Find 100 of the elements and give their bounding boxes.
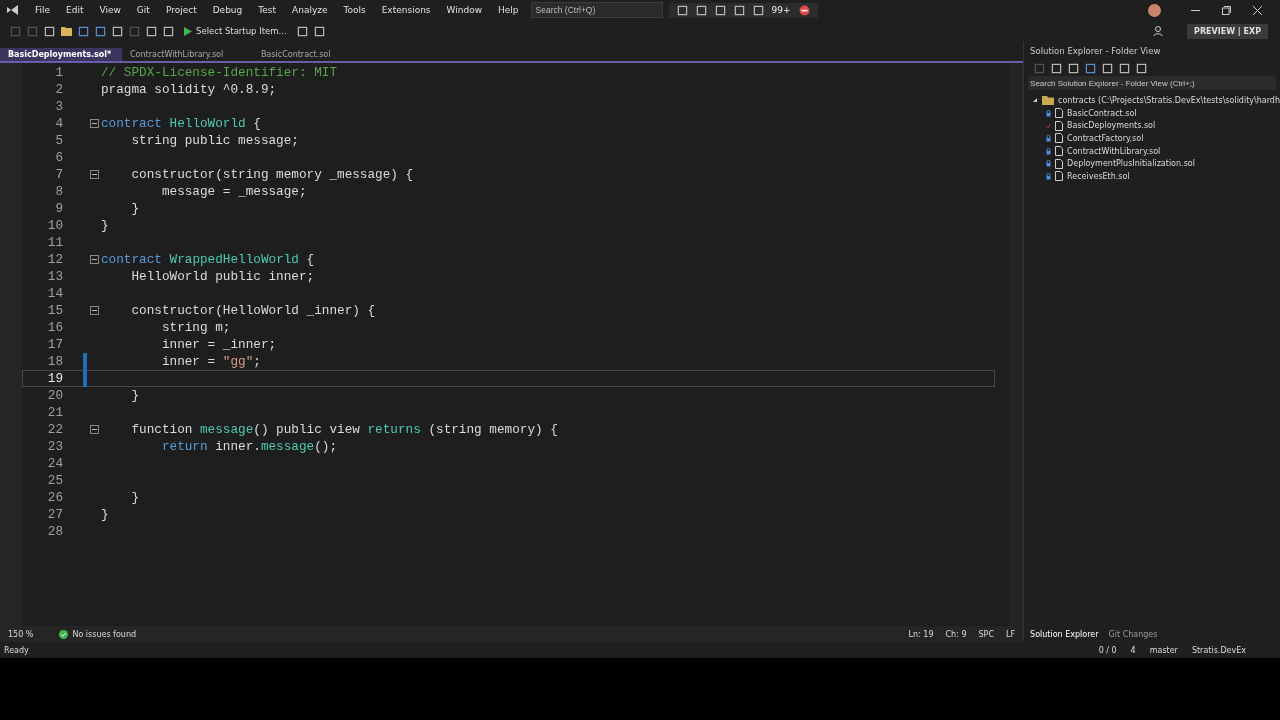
collapse-icon[interactable] [89,425,99,434]
line-number: 26 [46,490,63,505]
code-line: constructor(string memory _message) { [130,167,414,182]
search-field[interactable]: Search Solution Explorer - Folder View (Ctrl+;) [1028,76,1276,90]
lock-icon [1046,172,1052,180]
line-number: 14 [46,286,63,301]
code-line: string m; [160,320,231,335]
panel-tab[interactable]: Solution Explorer [1030,629,1099,639]
avatar [1148,3,1161,17]
spacing-indicator[interactable]: SPC [978,629,994,639]
column-indicator: Ch: 9 [945,629,967,639]
line-number: 4 [54,116,63,131]
line-number: 12 [46,252,63,267]
menu-item[interactable]: Git [128,5,158,15]
repository-name[interactable]: Stratis.DevEx [1191,645,1246,655]
code-line: inner = _inner; [160,337,277,352]
menu-item[interactable]: File [27,5,59,15]
code-line: } [101,507,109,522]
search-field[interactable]: Search (Ctrl+Q) [530,2,663,18]
code-line: string public message; [130,133,299,148]
tree-item[interactable]: DeploymentPlusInitialization.sol [1067,159,1195,169]
file-icon [1055,120,1064,131]
expand-arrow-icon[interactable] [1032,97,1039,104]
edits-count[interactable]: 4 [1130,645,1136,655]
line-number: 2 [54,82,63,97]
file-icon [1055,171,1064,182]
document-tab[interactable]: ContractWithLibrary.sol [122,48,253,61]
menu-item[interactable]: Project [157,5,205,15]
tree-item[interactable]: ContractWithLibrary.sol [1067,146,1161,156]
menu-item[interactable]: View [91,5,129,15]
restore-icon[interactable] [1222,5,1231,15]
collapse-icon[interactable] [89,119,99,128]
document-tab[interactable]: BasicDeployments.sol* [0,48,122,61]
menu-item[interactable]: Extensions [373,5,439,15]
line-number: 15 [46,303,63,318]
feedback-icon[interactable] [1153,25,1166,37]
lock-icon [1046,160,1052,168]
code-line: } [101,218,109,233]
line-number: 21 [46,405,63,420]
menu-item[interactable]: Window [438,5,491,15]
line-number: 8 [54,184,63,199]
notification-count: 99+ [771,5,791,15]
document-tab[interactable]: BasicContract.sol [253,48,374,61]
line-number: 19 [46,371,63,386]
line-ending-indicator[interactable]: LF [1006,629,1016,639]
file-icon [1055,158,1064,169]
code-line: message = _message; [160,184,307,199]
collapse-icon[interactable] [89,170,99,179]
branch-name[interactable]: master [1149,645,1178,655]
line-number: 9 [54,201,63,216]
menu-item[interactable]: Test [250,5,284,15]
line-number: 25 [46,473,63,488]
sync-status[interactable]: 0 / 0 [1098,645,1117,655]
line-number: 17 [46,337,63,352]
check-circle-icon [59,629,69,639]
lock-icon [1046,109,1052,117]
file-icon [1055,146,1064,157]
menu-item[interactable]: Debug [204,5,251,15]
collapse-icon[interactable] [89,306,99,315]
code-line: HelloWorld public inner; [130,269,315,284]
code-line: pragma solidity ^0.8.9; [101,82,277,97]
line-number: 22 [46,422,63,437]
panel-tab[interactable]: Git Changes [1108,629,1158,639]
code-line: constructor(HelloWorld _inner) { [130,303,376,318]
stop-icon[interactable] [798,4,810,16]
line-number: 3 [54,99,63,114]
tree-item[interactable]: BasicContract.sol [1067,108,1137,118]
zoom-level[interactable]: 150 % [8,629,34,639]
line-number: 24 [46,456,63,471]
code-line: inner = "gg"; [160,354,261,369]
line-number: 5 [54,133,63,148]
file-icon [1055,108,1064,119]
close-icon[interactable] [1253,5,1262,15]
panel-title: Solution Explorer - Folder View [1029,45,1162,58]
open-folder-icon[interactable] [61,26,72,36]
menu-item[interactable]: Edit [58,5,92,15]
code-line: } [130,388,140,403]
tree-item[interactable]: ReceivesEth.sol [1067,171,1130,181]
preview-badge: PREVIEW | EXP [1187,23,1268,39]
check-icon [1046,122,1052,130]
menu-item[interactable]: Help [490,5,527,15]
lock-icon [1046,134,1052,142]
lock-icon [1046,147,1052,155]
code-line: function message() public view returns (string memory) { [130,422,558,437]
line-number: 13 [46,269,63,284]
startup-button[interactable]: Select Startup Item... [180,26,291,36]
line-number: 1 [54,65,63,80]
menu-item[interactable]: Tools [335,5,374,15]
issues-status[interactable]: No issues found [72,629,137,639]
collapse-icon[interactable] [89,255,99,264]
tree-item[interactable]: BasicDeployments.sol [1067,121,1156,131]
menu-item[interactable]: Analyze [284,5,336,15]
line-indicator: Ln: 19 [908,629,934,639]
line-number: 28 [46,524,63,539]
tree-item[interactable]: ContractFactory.sol [1067,133,1144,143]
line-number: 11 [46,235,63,250]
tree-item[interactable]: contracts (C:\Projects\Stratis.DevEx\tests\solidity\hardh [1058,95,1280,105]
line-number: 20 [46,388,63,403]
file-icon [1055,133,1064,144]
line-number: 23 [46,439,63,454]
